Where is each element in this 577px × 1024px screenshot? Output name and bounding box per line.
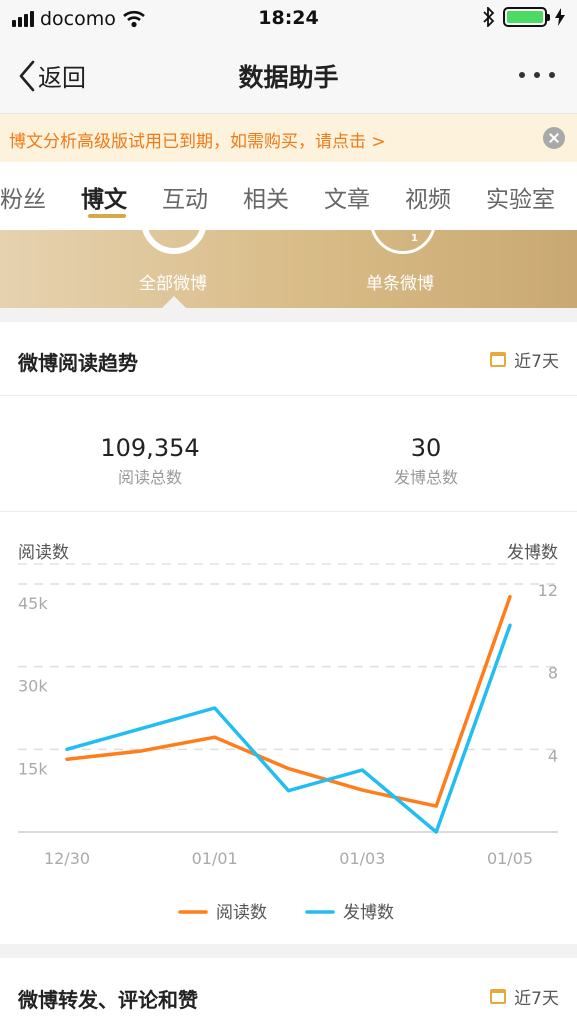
stat-value: 30 bbox=[410, 434, 442, 462]
x-tick-label: 01/01 bbox=[192, 849, 238, 868]
post-scope-banner: 1 全部微博 单条微博 bbox=[0, 230, 577, 308]
single-post-icon: 1 bbox=[370, 230, 436, 254]
date-range-button[interactable]: 近7天 bbox=[490, 984, 559, 1009]
back-label: 返回 bbox=[38, 64, 86, 92]
y-tick-label-left: 15k bbox=[18, 759, 48, 778]
y-tick-label-left: 45k bbox=[18, 594, 48, 613]
summary-stats: 109,354 阅读总数 30 发博总数 bbox=[0, 396, 577, 512]
tab-articles[interactable]: 文章 bbox=[324, 180, 370, 214]
battery-icon bbox=[503, 7, 550, 27]
x-tick-label: 12/30 bbox=[44, 849, 90, 868]
more-options-button[interactable] bbox=[519, 62, 555, 88]
status-right bbox=[483, 7, 565, 27]
legend-label: 阅读数 bbox=[216, 903, 267, 923]
stat-total-posts: 30 发博总数 bbox=[326, 434, 526, 488]
y-tick-label-right: 8 bbox=[548, 664, 558, 683]
x-tick-label: 01/03 bbox=[339, 849, 385, 868]
tab-videos[interactable]: 视频 bbox=[405, 180, 451, 214]
tab-interaction[interactable]: 互动 bbox=[162, 180, 208, 214]
y-axis-right-title: 发博数 bbox=[507, 543, 558, 563]
notice-link[interactable]: 博文分析高级版试用已到期，如需购买，请点击 > bbox=[9, 127, 386, 152]
y-tick-label-right: 4 bbox=[548, 746, 558, 765]
series-line-1 bbox=[65, 594, 512, 808]
stat-total-reads: 109,354 阅读总数 bbox=[50, 434, 250, 488]
more-dot-icon bbox=[549, 72, 555, 78]
bluetooth-icon bbox=[483, 7, 495, 27]
calendar-icon bbox=[490, 352, 507, 367]
back-button[interactable]: 返回 bbox=[18, 58, 86, 93]
date-range-label: 近7天 bbox=[514, 352, 559, 372]
more-dot-icon bbox=[519, 72, 525, 78]
nav-bar: 返回 数据助手 bbox=[0, 38, 577, 114]
stat-label: 发博总数 bbox=[393, 468, 458, 487]
trial-expired-notice: 博文分析高级版试用已到期，如需购买，请点击 > bbox=[0, 114, 577, 162]
legend-label: 发博数 bbox=[343, 903, 394, 923]
all-posts-tab[interactable]: 全部微博 bbox=[139, 269, 207, 294]
page-title: 数据助手 bbox=[238, 63, 339, 92]
calendar-icon bbox=[490, 989, 507, 1004]
y-axis-left-title: 阅读数 bbox=[18, 543, 69, 563]
trend-chart: 阅读数 发博数 15k 30k 45k 4 8 12 12/30 01/01 01/03 01/05 阅… bbox=[0, 512, 577, 944]
card-title: 微博阅读趋势 bbox=[18, 351, 138, 375]
all-posts-icon bbox=[141, 230, 207, 254]
y-tick-label-left: 30k bbox=[18, 677, 48, 696]
engagement-card: 微博转发、评论和赞 近7天 bbox=[0, 958, 577, 1024]
date-range-button[interactable]: 近7天 bbox=[490, 347, 559, 372]
tab-fans[interactable]: 粉丝 bbox=[0, 180, 46, 214]
status-bar: docomo 18:24 bbox=[0, 0, 577, 38]
series-line-2 bbox=[65, 623, 512, 834]
more-dot-icon bbox=[534, 72, 540, 78]
banner-pointer bbox=[162, 296, 186, 308]
x-tick-label: 01/05 bbox=[487, 849, 533, 868]
tab-posts[interactable]: 博文 bbox=[81, 180, 127, 214]
card-title: 微博转发、评论和赞 bbox=[18, 988, 198, 1012]
active-tab-indicator bbox=[88, 214, 126, 218]
chevron-left-icon bbox=[19, 60, 35, 91]
charging-icon bbox=[555, 8, 565, 26]
tab-lab[interactable]: 实验室 bbox=[486, 180, 555, 214]
category-tabs: 粉丝 博文 互动 相关 文章 视频 实验室 bbox=[0, 162, 577, 230]
date-range-label: 近7天 bbox=[514, 989, 559, 1009]
reading-trend-card: 微博阅读趋势 近7天 109,354 阅读总数 30 发博总数 阅读数 发博数 15… bbox=[0, 322, 577, 944]
stat-value: 109,354 bbox=[100, 434, 200, 462]
single-post-badge: 1 bbox=[411, 233, 418, 244]
y-tick-label-right: 12 bbox=[538, 581, 558, 600]
tab-related[interactable]: 相关 bbox=[243, 180, 289, 214]
stat-label: 阅读总数 bbox=[117, 468, 182, 487]
trend-chart-svg: 阅读数 发博数15k30k45k481212/30 01/01 01/03 01/05阅… bbox=[18, 543, 558, 923]
close-icon[interactable] bbox=[543, 127, 565, 149]
card-header: 微博阅读趋势 近7天 bbox=[0, 322, 577, 396]
single-post-tab[interactable]: 单条微博 bbox=[366, 269, 434, 294]
